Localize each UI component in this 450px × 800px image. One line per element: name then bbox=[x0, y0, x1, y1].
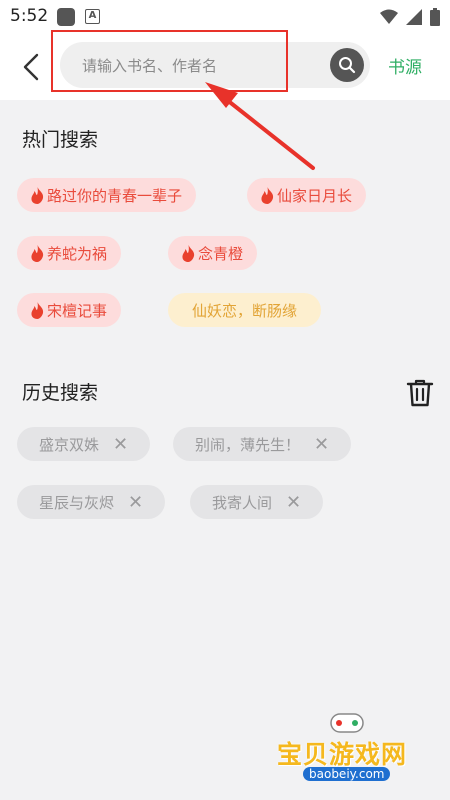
notification-icon bbox=[57, 8, 75, 26]
watermark-title: 宝贝游戏网 bbox=[277, 740, 408, 769]
hot-tag[interactable]: 养蛇为祸 bbox=[17, 236, 122, 270]
history-item-label: 星辰与灰烬 bbox=[39, 493, 115, 512]
site-watermark: 宝贝游戏网 baobeiy.com bbox=[265, 705, 435, 800]
history-item-label: 我寄人间 bbox=[212, 493, 273, 512]
watermark-site: baobeiy.com bbox=[303, 767, 391, 781]
keyboard-notification-icon: A bbox=[85, 9, 100, 24]
history-item[interactable]: 盛京双姝 ✕ bbox=[17, 427, 151, 461]
history-item[interactable]: 别闹，薄先生！ ✕ bbox=[173, 427, 352, 461]
hot-tag[interactable]: 念青橙 bbox=[168, 236, 258, 270]
hot-tag[interactable]: 路过你的青春一辈子 bbox=[17, 178, 197, 212]
remove-icon[interactable]: ✕ bbox=[314, 434, 329, 455]
fire-icon bbox=[182, 244, 195, 262]
history-item-label: 别闹，薄先生！ bbox=[195, 435, 301, 454]
back-arrow-icon[interactable] bbox=[18, 51, 46, 83]
fire-icon bbox=[31, 186, 44, 204]
hot-tag-label: 仙妖恋，断肠缘 bbox=[192, 301, 298, 320]
gamepad-icon bbox=[330, 713, 364, 733]
signal-icon bbox=[406, 9, 422, 25]
hot-tag[interactable]: 仙家日月长 bbox=[247, 178, 367, 212]
hot-tag[interactable]: 仙妖恋，断肠缘 bbox=[168, 293, 322, 327]
status-bar: 5:52 A bbox=[0, 0, 450, 34]
search-icon bbox=[339, 57, 356, 74]
annotation-highlight-box bbox=[51, 30, 288, 92]
battery-icon bbox=[430, 8, 440, 26]
hot-tag-label: 养蛇为祸 bbox=[47, 244, 108, 263]
fire-icon bbox=[31, 244, 44, 262]
wifi-icon bbox=[380, 9, 398, 24]
remove-icon[interactable]: ✕ bbox=[286, 492, 301, 513]
hot-tag-label: 路过你的青春一辈子 bbox=[47, 186, 183, 205]
hot-tag-label: 宋檀记事 bbox=[47, 301, 108, 320]
status-time: 5:52 bbox=[10, 6, 49, 26]
fire-icon bbox=[31, 301, 44, 319]
history-title: 历史搜索 bbox=[22, 382, 99, 404]
hot-tag[interactable]: 宋檀记事 bbox=[17, 293, 122, 327]
remove-icon[interactable]: ✕ bbox=[113, 434, 128, 455]
hot-search-title: 热门搜索 bbox=[22, 129, 99, 151]
trash-icon[interactable] bbox=[406, 378, 434, 408]
status-icons bbox=[380, 8, 440, 26]
hot-tag-label: 念青橙 bbox=[198, 244, 244, 263]
history-item[interactable]: 星辰与灰烬 ✕ bbox=[17, 485, 166, 519]
history-item[interactable]: 我寄人间 ✕ bbox=[190, 485, 324, 519]
hot-tag-label: 仙家日月长 bbox=[277, 186, 353, 205]
search-button[interactable] bbox=[330, 48, 364, 82]
fire-icon bbox=[261, 186, 274, 204]
history-item-label: 盛京双姝 bbox=[39, 435, 100, 454]
remove-icon[interactable]: ✕ bbox=[128, 492, 143, 513]
book-source-button[interactable]: 书源 bbox=[388, 53, 422, 78]
